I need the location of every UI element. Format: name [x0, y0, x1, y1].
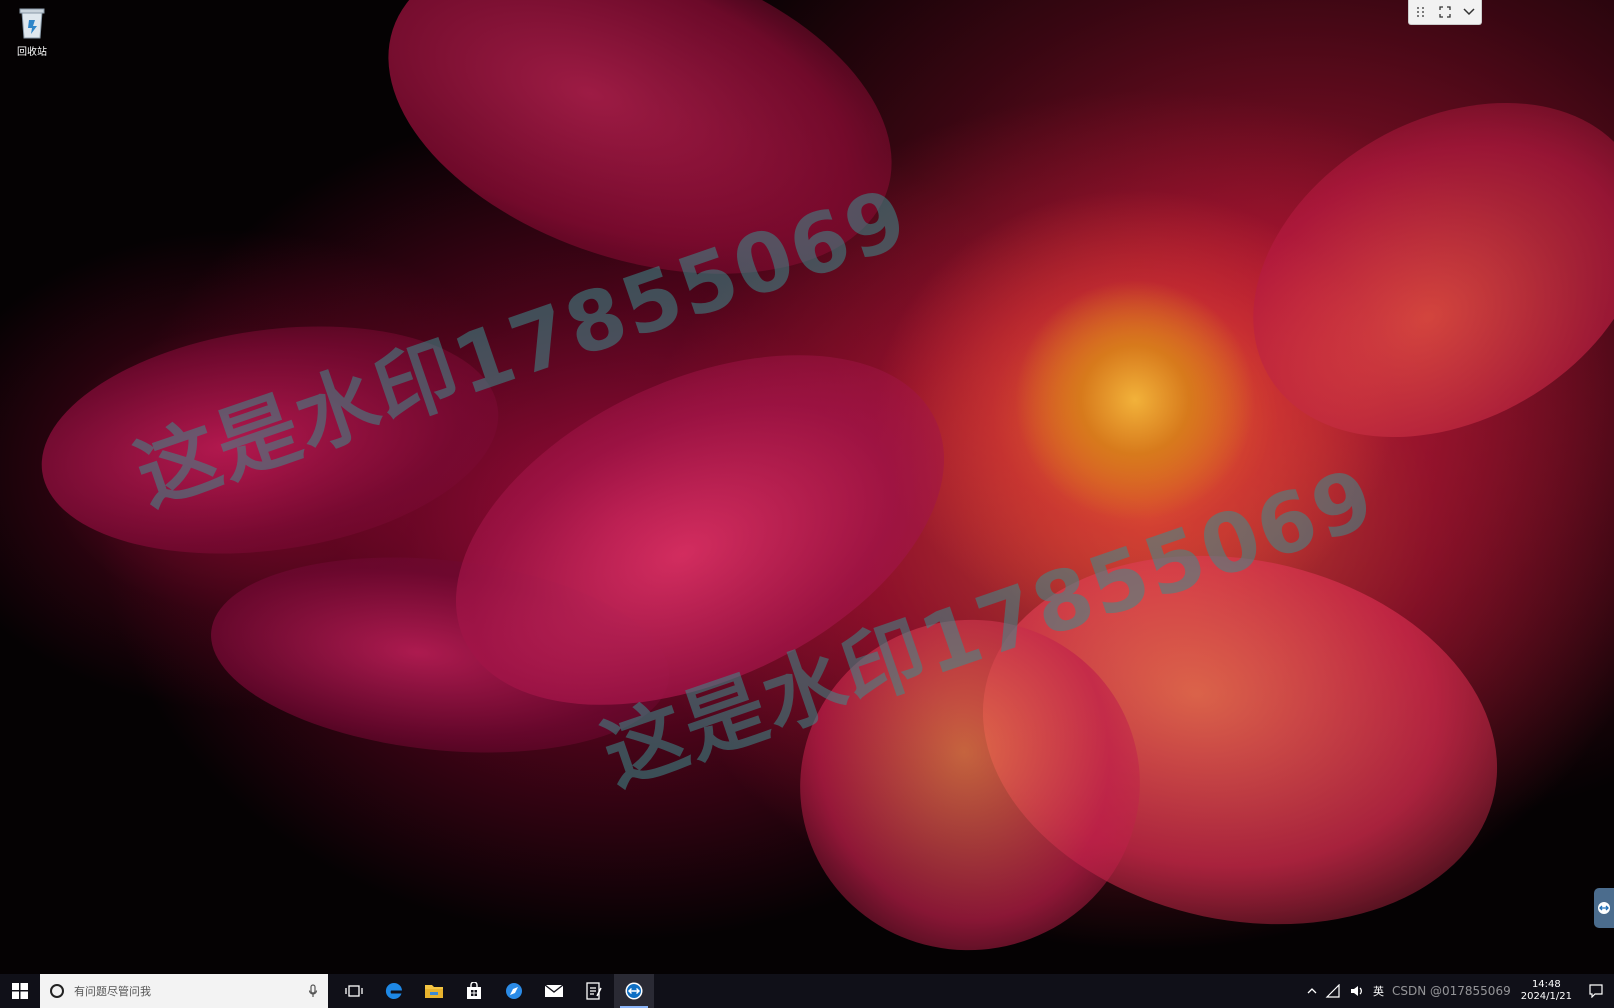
desktop-icon-label: 回收站 [17, 47, 47, 58]
start-button[interactable] [0, 974, 40, 1008]
speaker-icon [1350, 986, 1362, 996]
input-method-indicator[interactable]: 英 [1369, 974, 1388, 1008]
file-explorer-icon [425, 985, 443, 998]
notification-icon [1589, 984, 1603, 998]
teamviewer-icon [625, 982, 643, 1000]
clock-date: 2024/1/21 [1520, 991, 1572, 1002]
teamviewer-side-tab[interactable] [1594, 888, 1614, 928]
taskbar: 有问题尽管问我 英 CSDN @017855069 14:48 2024/1/2… [0, 974, 1614, 1008]
store-icon [467, 982, 481, 999]
task-view-button[interactable] [334, 974, 374, 1008]
network-icon [1325, 984, 1340, 998]
task-view-icon [345, 985, 363, 997]
chevron-down-icon[interactable] [1460, 3, 1478, 21]
search-box[interactable]: 有问题尽管问我 [40, 974, 328, 1008]
csdn-overlay-text: CSDN @017855069 [1391, 984, 1511, 998]
taskbar-edge[interactable] [374, 974, 414, 1008]
chevron-up-icon [1307, 988, 1317, 994]
search-placeholder: 有问题尽管问我 [74, 985, 151, 998]
taskbar-store[interactable] [454, 974, 494, 1008]
edge-icon [385, 982, 402, 999]
network-indicator[interactable] [1321, 974, 1345, 1008]
drag-handle-icon[interactable] [1412, 3, 1430, 21]
taskbar-browser[interactable] [494, 974, 534, 1008]
teamviewer-icon [1598, 902, 1610, 914]
taskbar-mail[interactable] [534, 974, 574, 1008]
mail-icon [544, 984, 564, 997]
browser-icon [506, 983, 522, 999]
taskbar-notepad[interactable] [574, 974, 614, 1008]
clock[interactable]: 14:48 2024/1/21 [1515, 979, 1578, 1003]
fullscreen-icon[interactable] [1436, 3, 1454, 21]
recycle-bin-icon [17, 6, 47, 40]
taskbar-teamviewer[interactable] [614, 974, 654, 1008]
desktop-icon-recycle-bin[interactable]: 回收站 [8, 6, 56, 58]
action-center-button[interactable] [1578, 974, 1614, 1008]
desktop-wallpaper: 这是水印17855069 这是水印17855069 回收站 [0, 0, 1614, 974]
volume-indicator[interactable] [1345, 974, 1369, 1008]
wallpaper-petal [1193, 35, 1614, 505]
windows-logo-icon [12, 983, 28, 999]
cortana-icon [50, 984, 64, 998]
show-hidden-icons-button[interactable] [1303, 974, 1321, 1008]
notepad-icon [586, 982, 602, 1000]
microphone-icon[interactable] [308, 984, 318, 998]
remote-session-toolbar[interactable] [1408, 0, 1482, 25]
taskbar-file-explorer[interactable] [414, 974, 454, 1008]
clock-time: 14:48 [1531, 979, 1561, 990]
system-tray: 英 CSDN @017855069 14:48 2024/1/21 [1303, 974, 1614, 1008]
